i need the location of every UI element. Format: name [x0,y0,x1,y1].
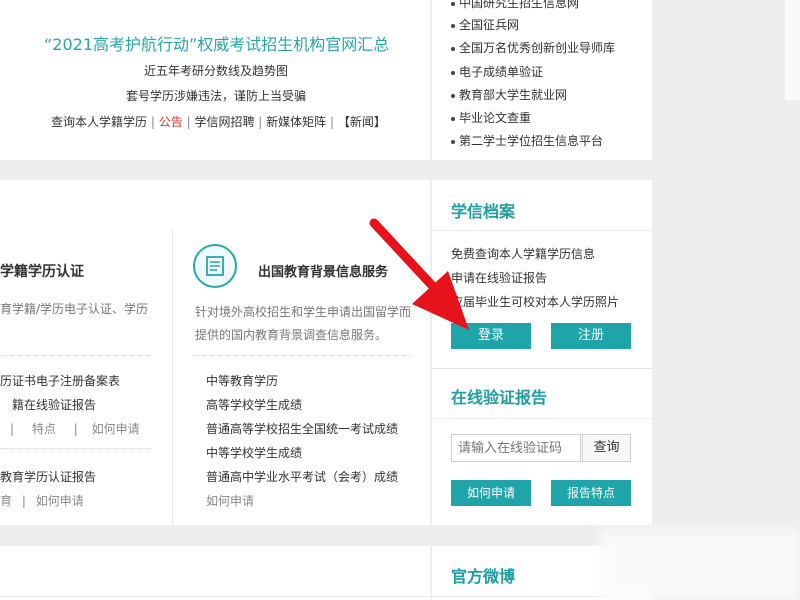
overseas-item-4[interactable]: 中等学校学生成绩 [206,444,302,461]
verify-code-input[interactable] [451,434,581,462]
link-transcript-verify[interactable]: 电子成绩单验证 [459,63,543,80]
register-button[interactable]: 注册 [551,323,631,349]
degree-cert-sub-row-2: 育 | 如何申请 [0,492,84,509]
degree-cert-title[interactable]: 学籍学历认证 [0,261,84,281]
divider [432,368,652,369]
link-thesis-check[interactable]: 毕业论文查重 [459,109,531,126]
divider [0,596,430,597]
xuexin-line-3: 应届毕业生可校对本人学历照片 [451,295,620,309]
separator: | [73,422,78,436]
announcement-link[interactable]: 公告 [159,115,183,129]
top-links-row: 查询本人学籍学历 | 公告 | 学信网招聘 | 新媒体矩阵 | 【新闻】 [51,113,386,130]
degree-cert-item-2[interactable]: 籍在线验证报告 [12,396,96,413]
divider [0,448,152,449]
separator: | [258,115,263,129]
card-divider [172,230,173,525]
new-media-link[interactable]: 新媒体矩阵 [266,115,326,129]
overseas-desc-2: 提供的国内教育背景调查信息服务。 [195,328,388,342]
recruitment-link[interactable]: 学信网招聘 [194,115,254,129]
overseas-item-1[interactable]: 中等教育学历 [206,372,278,389]
exam-trend-link[interactable]: 近五年考研分数线及趋势图 [144,62,288,79]
separator: | [186,115,191,129]
link-employment-net[interactable]: 教育部大学生就业网 [459,86,567,103]
official-weibo-title: 官方微博 [451,567,516,586]
divider [432,418,652,419]
overseas-how-to-apply[interactable]: 如何申请 [206,492,254,509]
truncated-text: 育 [0,494,13,508]
report-features-button[interactable]: 报告特点 [551,480,631,506]
separator: | [330,115,335,129]
news-link[interactable]: 【新闻】 [338,115,386,129]
bullet [451,117,455,121]
overseas-item-2[interactable]: 高等学校学生成绩 [206,396,302,413]
bottom-left-panel [0,546,430,600]
divider [194,355,412,356]
online-verify-title: 在线验证报告 [451,388,548,407]
bullet [451,2,455,6]
query-record-link[interactable]: 查询本人学籍学历 [51,115,147,129]
xuexin-line-2: 申请在线验证报告 [451,271,548,285]
link-conscription[interactable]: 全国征兵网 [459,16,519,33]
bullet [451,140,455,144]
link-second-degree[interactable]: 第二学士学位招生信息平台 [459,132,603,149]
separator: | [150,115,155,129]
xuexin-line-1: 免费查询本人学籍学历信息 [451,247,596,261]
certificate-icon [193,244,237,288]
fraud-warning-link[interactable]: 套号学历涉嫌违法，谨防上当受骗 [126,87,306,104]
overseas-item-5[interactable]: 普通高中学业水平考试（会考）成绩 [206,468,398,485]
degree-cert-item-3[interactable]: 教育学历认证报告 [0,468,96,485]
how-to-apply-button[interactable]: 如何申请 [451,480,531,506]
overseas-desc-1: 针对境外高校招生和学生申请出国留学而 [195,305,412,319]
bullet [451,47,455,51]
bullet [451,71,455,75]
bullet [451,24,455,28]
xuexin-archive-title: 学信档案 [451,202,516,221]
top-left-panel [0,0,430,160]
degree-cert-item-1[interactable]: 历证书电子注册备案表 [0,372,120,389]
bullet [451,94,455,98]
separator: | [21,494,26,508]
right-edge-strip [785,0,800,100]
link-grad-admission[interactable]: 中国研究生招生信息网 [459,0,579,11]
right-white-area [600,530,800,600]
degree-cert-sub-row: | 特点 | 如何申请 [10,420,140,437]
divider [432,230,652,231]
xuexin-panel [432,180,652,525]
degree-cert-desc: 育学籍/学历电子认证、学历 [0,302,149,316]
link-mentor-library[interactable]: 全国万名优秀创新创业导师库 [459,39,615,56]
gaokao-banner-link[interactable]: “2021高考护航行动”权威考试招生机构官网汇总 [44,31,389,55]
features-link[interactable]: 特点 [32,422,56,436]
overseas-service-title[interactable]: 出国教育背景信息服务 [258,261,388,280]
how-to-apply-link[interactable]: 如何申请 [92,422,140,436]
divider [0,355,152,356]
overseas-item-3[interactable]: 普通高等学校招生全国统一考试成绩 [206,420,398,437]
how-to-apply-link[interactable]: 如何申请 [36,494,84,508]
login-button[interactable]: 登录 [451,323,531,349]
separator: | [10,422,15,436]
query-button[interactable]: 查询 [582,434,631,462]
